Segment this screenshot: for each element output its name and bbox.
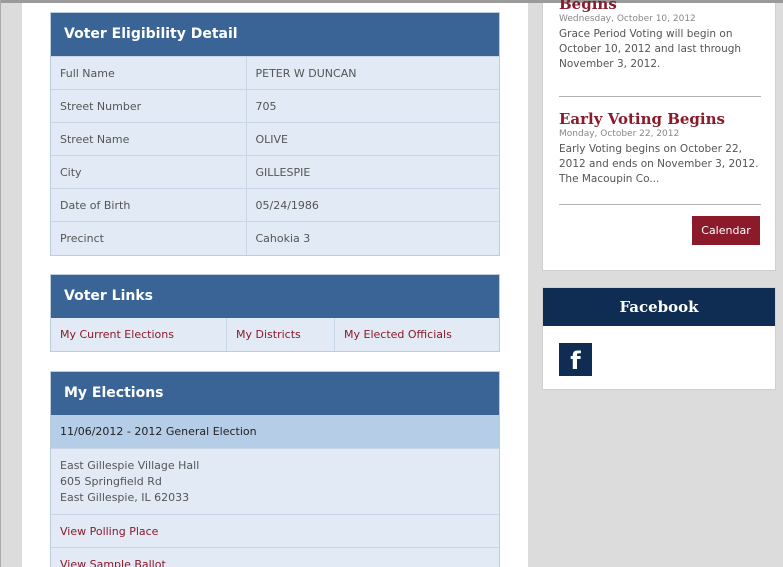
- table-row: City GILLESPIE: [51, 155, 499, 189]
- table-row: Full Name PETER W DUNCAN: [51, 56, 499, 90]
- address-line: East Gillespie Village Hall: [60, 459, 200, 472]
- calendar-button[interactable]: Calendar: [692, 216, 760, 245]
- table-row: Street Number 705: [51, 89, 499, 123]
- view-ballot-row: View Sample Ballot: [51, 547, 499, 567]
- row-value: PETER W DUNCAN: [246, 56, 499, 90]
- eligibility-title: Voter Eligibility Detail: [51, 13, 499, 56]
- event-date: Monday, October 22, 2012: [559, 129, 680, 139]
- facebook-icon[interactable]: f: [559, 343, 592, 376]
- divider: [559, 204, 761, 205]
- main-column: Voter Eligibility Detail Full Name PETER…: [22, 3, 528, 567]
- row-value: 705: [246, 89, 499, 123]
- event-date: Wednesday, October 10, 2012: [559, 14, 696, 24]
- link-my-districts[interactable]: My Districts: [227, 318, 335, 351]
- event-title[interactable]: Begins: [559, 0, 763, 13]
- event-item: Early Voting Begins Monday, October 22, …: [559, 110, 763, 187]
- view-polling-row: View Polling Place: [51, 514, 499, 547]
- address-line: 605 Springfield Rd: [60, 475, 162, 488]
- row-label: Date of Birth: [51, 188, 247, 222]
- events-panel: Begins Wednesday, October 10, 2012 Grace…: [542, 0, 776, 271]
- my-elections-title: My Elections: [51, 372, 499, 415]
- voter-links-panel: Voter Links My Current Elections My Dist…: [50, 274, 500, 352]
- row-value: OLIVE: [246, 122, 499, 156]
- row-value: Cahokia 3: [246, 221, 499, 255]
- polling-address: East Gillespie Village Hall 605 Springfi…: [51, 448, 499, 514]
- row-value: GILLESPIE: [246, 155, 499, 189]
- row-label: Full Name: [51, 56, 247, 90]
- divider: [559, 96, 761, 97]
- event-body: Grace Period Voting will begin on Octobe…: [559, 28, 742, 70]
- table-row: Street Name OLIVE: [51, 122, 499, 156]
- my-elections-panel: My Elections 11/06/2012 - 2012 General E…: [50, 371, 500, 567]
- eligibility-table: Full Name PETER W DUNCAN Street Number 7…: [51, 56, 499, 255]
- event-item: Begins Wednesday, October 10, 2012 Grace…: [559, 0, 763, 72]
- voter-links-row: My Current Elections My Districts My Ele…: [51, 318, 499, 351]
- event-body: Early Voting begins on October 22, 2012 …: [559, 143, 759, 185]
- table-row: Precinct Cahokia 3: [51, 221, 499, 255]
- row-label: Precinct: [51, 221, 247, 255]
- eligibility-panel: Voter Eligibility Detail Full Name PETER…: [50, 12, 500, 256]
- left-border: [0, 0, 1, 567]
- election-name: 11/06/2012 - 2012 General Election: [51, 415, 499, 448]
- row-value: 05/24/1986: [246, 188, 499, 222]
- event-title[interactable]: Early Voting Begins: [559, 110, 763, 128]
- view-polling-place-link[interactable]: View Polling Place: [60, 525, 158, 538]
- facebook-panel: Facebook f: [542, 287, 776, 390]
- table-row: Date of Birth 05/24/1986: [51, 188, 499, 222]
- voter-links-title: Voter Links: [51, 275, 499, 318]
- link-my-current-elections[interactable]: My Current Elections: [51, 318, 227, 351]
- view-sample-ballot-link[interactable]: View Sample Ballot: [60, 558, 166, 567]
- row-label: Street Name: [51, 122, 247, 156]
- link-my-elected-officials[interactable]: My Elected Officials: [335, 318, 452, 351]
- row-label: Street Number: [51, 89, 247, 123]
- facebook-title: Facebook: [543, 288, 775, 326]
- address-line: East Gillespie, IL 62033: [60, 491, 190, 504]
- row-label: City: [51, 155, 247, 189]
